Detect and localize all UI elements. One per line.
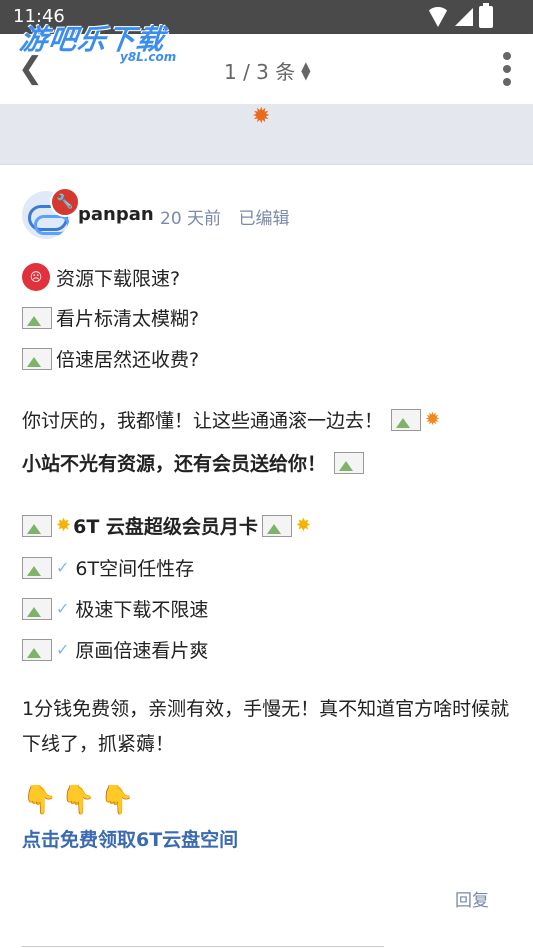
line-1-text: 资源下载限速? bbox=[56, 267, 181, 290]
line-6-text: 6T 云盘超级会员月卡 bbox=[73, 516, 258, 538]
broken-image-icon bbox=[22, 347, 52, 370]
signal-icon bbox=[455, 8, 473, 26]
author-name[interactable]: panpan bbox=[78, 204, 154, 225]
broken-image-icon bbox=[334, 451, 365, 474]
broken-image-icon bbox=[22, 638, 52, 661]
reply-button[interactable]: 回复 bbox=[455, 886, 489, 911]
page-indicator: 1 / 3 条 bbox=[224, 60, 296, 84]
line-5: 小站不光有资源，还有会员送给你！ bbox=[22, 449, 368, 476]
broken-image-icon bbox=[22, 597, 52, 620]
burst-icon: ✹ bbox=[252, 104, 271, 129]
top-banner: ✹ bbox=[0, 104, 533, 165]
broken-image-icon bbox=[22, 306, 52, 329]
line-8: ✓ 极速下载不限速 bbox=[22, 595, 208, 622]
more-vertical-icon[interactable] bbox=[503, 52, 511, 86]
post-meta: 20 天前 已编辑 bbox=[160, 204, 301, 229]
page-selector[interactable]: 1 / 3 条 ▲ ▼ bbox=[224, 56, 311, 85]
line-7-text: 6T空间任性存 bbox=[75, 558, 195, 580]
check-icon: ✓ bbox=[56, 599, 70, 618]
line-2: 看片标清太模糊? bbox=[22, 304, 199, 331]
line-4-text: 你讨厌的，我都懂！让这些通通滚一边去！ bbox=[22, 410, 384, 432]
status-icons bbox=[427, 3, 493, 28]
wrench-badge-icon: 🔧 bbox=[50, 187, 80, 217]
divider bbox=[22, 946, 384, 947]
line-5-text: 小站不光有资源，还有会员送给你！ bbox=[22, 453, 327, 475]
pointing-down-icons: 👇👇👇 bbox=[22, 783, 139, 816]
check-icon: ✓ bbox=[56, 640, 70, 659]
battery-icon bbox=[479, 3, 493, 28]
promo-link[interactable]: 点击免费领取6T云盘空间 bbox=[22, 825, 238, 852]
author-row: 🔧 panpan 20 天前 已编辑 bbox=[22, 187, 512, 241]
line-3-text: 倍速居然还收费? bbox=[56, 349, 200, 371]
star-icon: ✸ bbox=[295, 515, 311, 536]
line-2-text: 看片标清太模糊? bbox=[56, 308, 200, 330]
post-time: 20 天前 bbox=[160, 209, 222, 229]
line-9-text: 原画倍速看片爽 bbox=[75, 640, 209, 662]
line-8-text: 极速下载不限速 bbox=[75, 599, 209, 621]
line-6: ✸ 6T 云盘超级会员月卡 ✸ bbox=[22, 512, 313, 539]
line-1: ☹ 资源下载限速? bbox=[22, 263, 180, 291]
broken-image-icon bbox=[22, 514, 52, 537]
angry-face-icon: ☹ bbox=[22, 263, 50, 291]
line-9: ✓ 原画倍速看片爽 bbox=[22, 636, 208, 663]
star-icon: ✸ bbox=[56, 515, 72, 536]
broken-image-icon bbox=[22, 556, 52, 579]
broken-image-icon bbox=[261, 514, 292, 537]
line-4: 你讨厌的，我都懂！让这些通通滚一边去！ ✹ bbox=[22, 406, 440, 433]
line-7: ✓ 6T空间任性存 bbox=[22, 554, 194, 581]
edited-label: 已编辑 bbox=[238, 209, 290, 229]
wifi-icon bbox=[427, 7, 449, 27]
check-icon: ✓ bbox=[56, 558, 70, 577]
back-chevron-icon[interactable]: ❮ bbox=[18, 54, 43, 84]
cloud-icon-2 bbox=[34, 215, 70, 235]
watermark-sub: y8L.com bbox=[120, 50, 177, 64]
broken-image-icon bbox=[391, 408, 422, 431]
promo-paragraph: 1分钱免费领，亲测有效，手慢无！真不知道官方啥时候就下线了，抓紧薅！ bbox=[22, 698, 510, 755]
line-3: 倍速居然还收费? bbox=[22, 345, 199, 372]
burst-icon: ✹ bbox=[425, 409, 441, 430]
sort-updown-icon: ▲ ▼ bbox=[301, 58, 311, 82]
